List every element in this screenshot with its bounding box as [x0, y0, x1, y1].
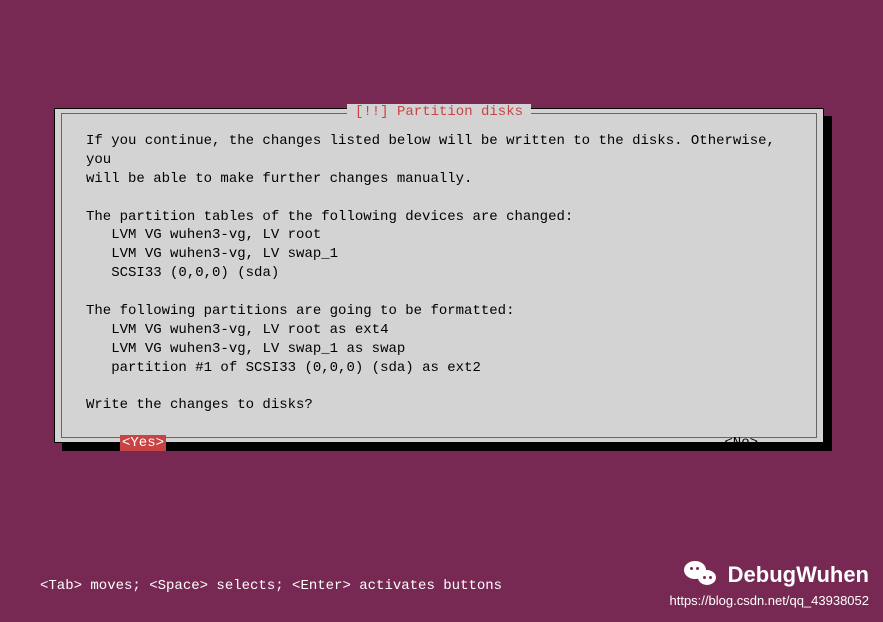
partition-dialog: [!!] Partition disks If you continue, th…: [54, 108, 824, 443]
help-bar: <Tab> moves; <Space> selects; <Enter> ac…: [40, 578, 502, 594]
button-row: <Yes> <No>: [62, 427, 816, 451]
dialog-body-text: If you continue, the changes listed belo…: [62, 114, 816, 427]
title-warning-icon: [!!]: [355, 104, 389, 120]
watermark-url: https://blog.csdn.net/qq_43938052: [670, 593, 870, 608]
dialog-title: [!!] Partition disks: [347, 104, 531, 120]
title-text: Partition disks: [397, 104, 523, 120]
watermark: DebugWuhen https://blog.csdn.net/qq_4393…: [670, 559, 870, 608]
watermark-name: DebugWuhen: [728, 562, 869, 588]
dialog-border: [!!] Partition disks If you continue, th…: [61, 113, 817, 438]
yes-button[interactable]: <Yes>: [120, 435, 166, 451]
watermark-top: DebugWuhen: [670, 559, 870, 591]
no-button[interactable]: <No>: [724, 435, 758, 451]
dialog-title-container: [!!] Partition disks: [62, 104, 816, 120]
wechat-icon: [684, 559, 720, 591]
